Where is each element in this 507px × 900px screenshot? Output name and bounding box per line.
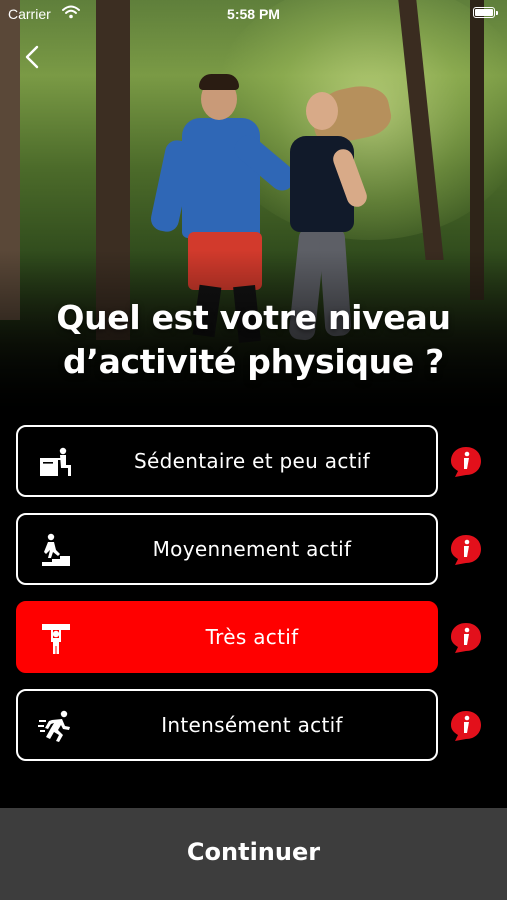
status-time: 5:58 PM xyxy=(227,6,280,22)
option-label: Sédentaire et peu actif xyxy=(134,449,370,473)
info-icon[interactable] xyxy=(449,621,483,655)
option-label: Intensément actif xyxy=(161,713,343,737)
option-moderately-active[interactable]: Moyennement actif xyxy=(16,513,438,585)
continue-button[interactable]: Continuer xyxy=(0,808,507,900)
info-icon[interactable] xyxy=(449,533,483,567)
continue-button-label: Continuer xyxy=(186,838,321,866)
page-title-line-2: d’activité physique ? xyxy=(63,342,444,381)
back-chevron-icon[interactable] xyxy=(22,44,44,70)
option-intensely-active[interactable]: Intensément actif xyxy=(16,689,438,761)
option-sedentary[interactable]: Sédentaire et peu actif xyxy=(16,425,438,497)
option-label: Très actif xyxy=(205,625,299,649)
stairs-walking-icon xyxy=(42,533,70,566)
page-title: Quel est votre niveau d’activité physiqu… xyxy=(0,296,507,384)
info-icon[interactable] xyxy=(449,709,483,743)
carrying-load-icon xyxy=(42,624,70,654)
page-title-line-1: Quel est votre niveau xyxy=(56,298,451,337)
desk-sitting-icon xyxy=(40,447,71,476)
option-label: Moyennement actif xyxy=(152,537,352,561)
option-very-active[interactable]: Très actif xyxy=(16,601,438,673)
info-icon[interactable] xyxy=(449,445,483,479)
sprinting-icon xyxy=(38,710,70,742)
status-bar: Carrier 5:58 PM xyxy=(0,0,507,26)
battery-icon xyxy=(473,7,498,18)
activity-level-screen: Carrier 5:58 PM Quel est votre niveau d’… xyxy=(0,0,507,900)
